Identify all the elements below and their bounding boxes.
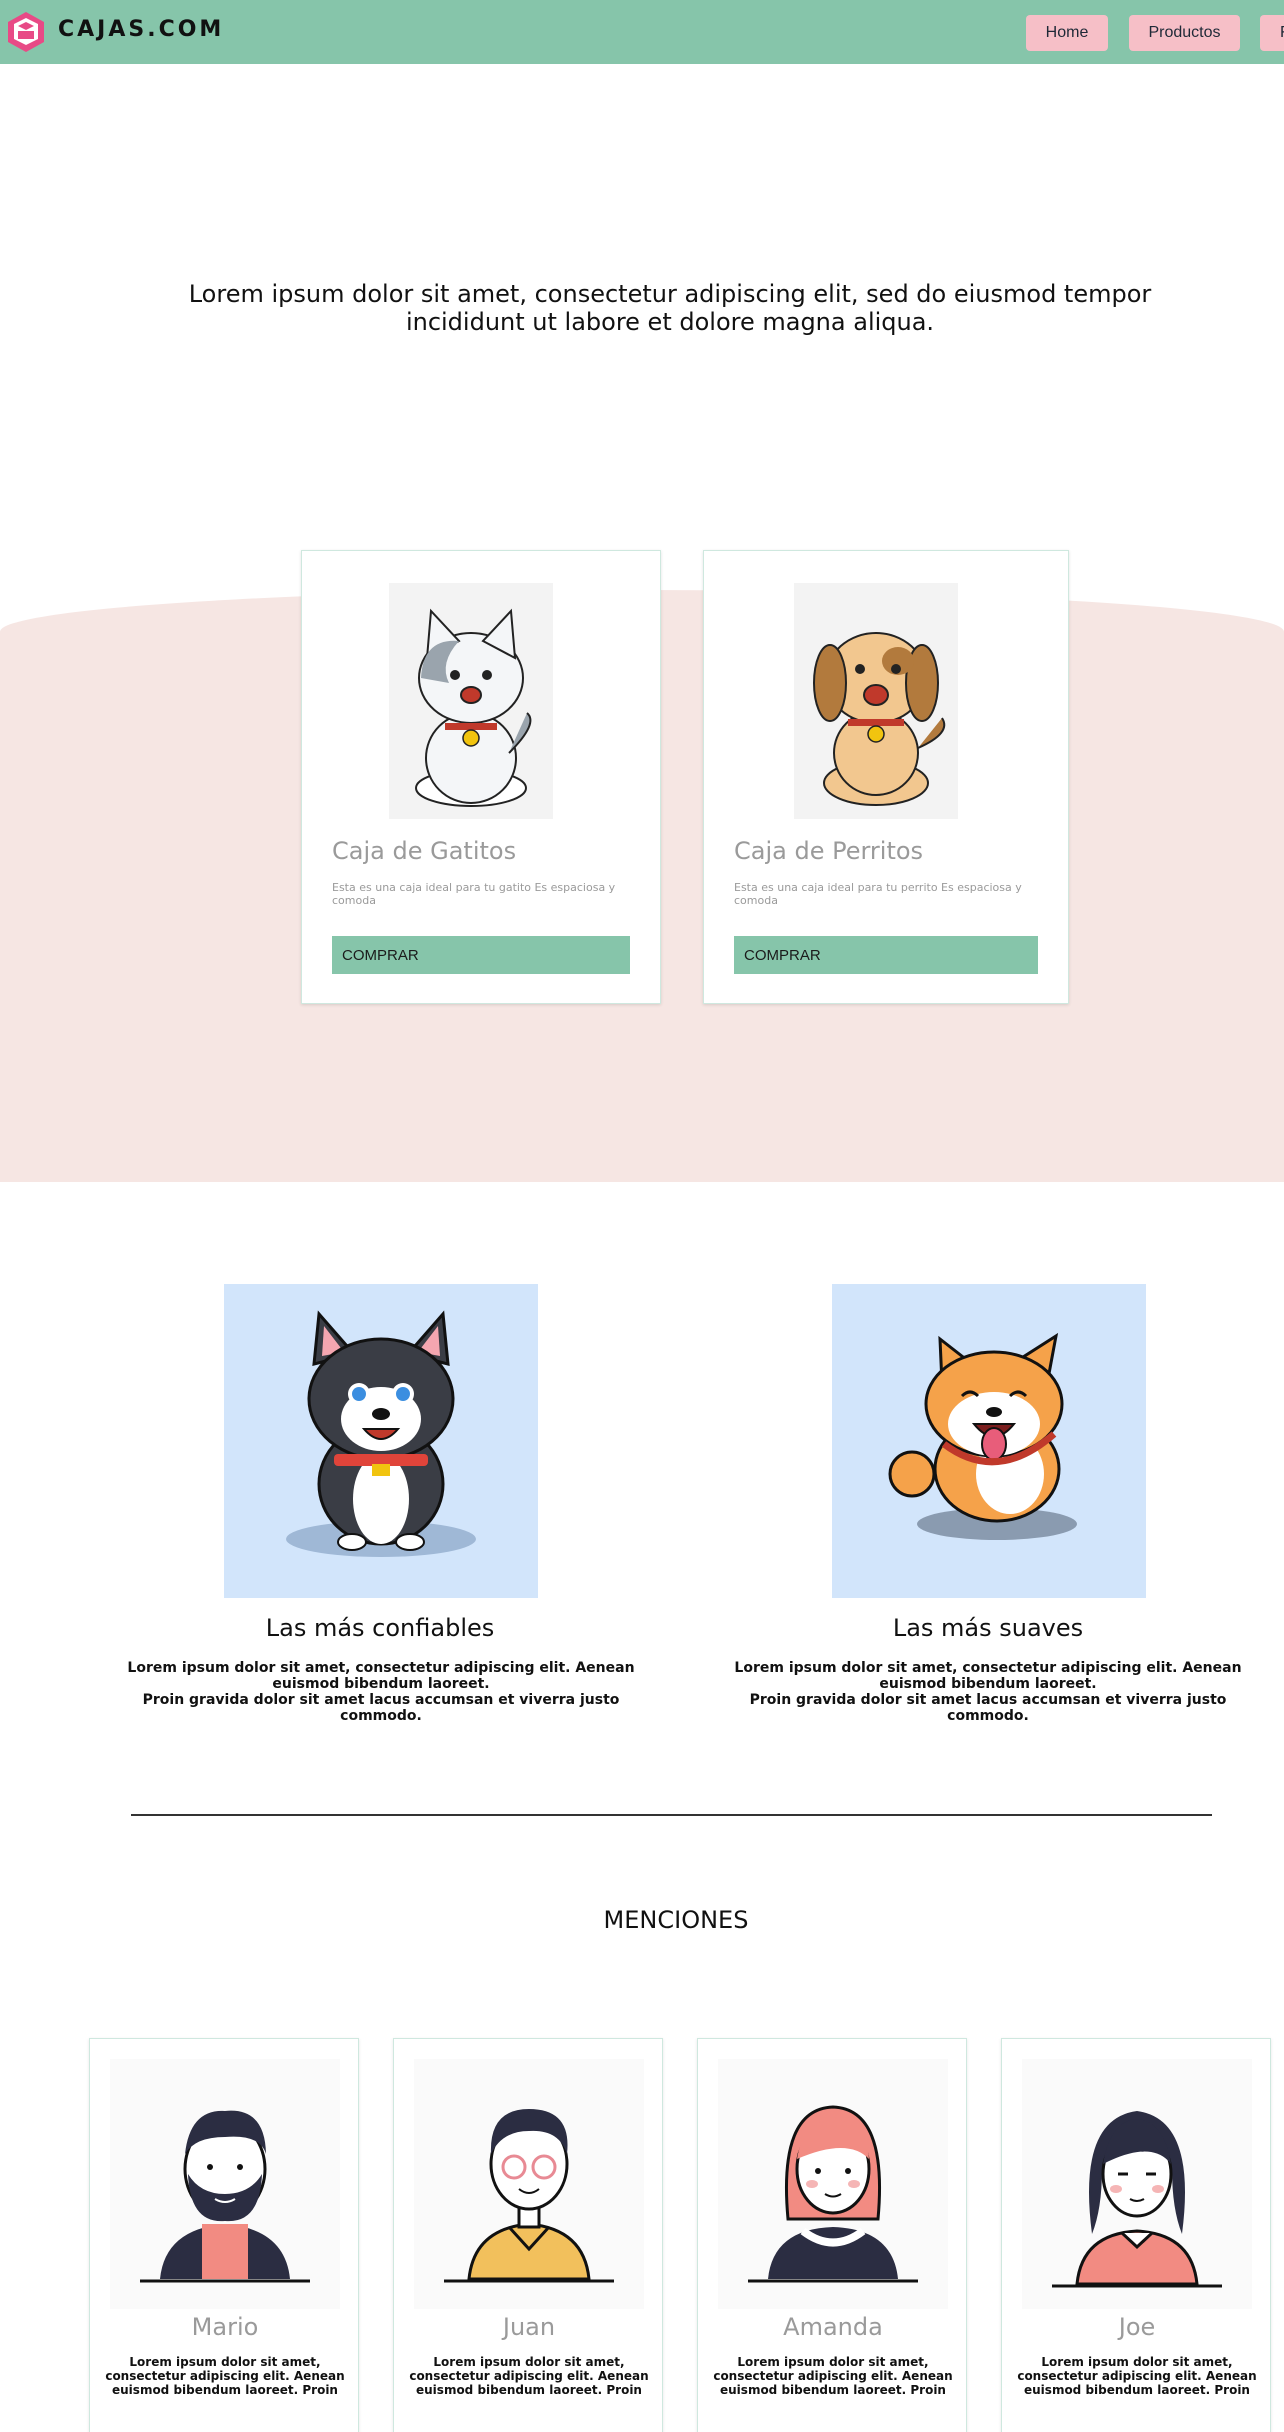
dog-cartoon-icon: [813, 632, 946, 806]
husky-cartoon-icon: [286, 1310, 476, 1557]
person-card-amanda: Amanda Lorem ipsum dolor sit amet, conse…: [697, 2038, 967, 2432]
person-text: Lorem ipsum dolor sit amet, consectetur …: [1017, 2355, 1257, 2397]
man-glasses-avatar-icon: [444, 2109, 614, 2283]
feature-text: Lorem ipsum dolor sit amet, consectetur …: [728, 1660, 1248, 1724]
feature-text-line1: Lorem ipsum dolor sit amet, consectetur …: [127, 1660, 635, 1692]
buy-perritos-button[interactable]: COMPRAR: [734, 936, 1038, 974]
avatar: [110, 2059, 340, 2309]
person-name: Juan: [502, 2313, 556, 2341]
product-card-gatitos: Caja de Gatitos Esta es una caja ideal p…: [301, 550, 661, 1004]
nav-productos-button[interactable]: Productos: [1129, 15, 1240, 51]
top-navbar: CAJAS.COM Home Productos F: [0, 0, 1284, 64]
section-divider: [131, 1814, 1212, 1816]
product-title: Caja de Gatitos: [332, 837, 517, 865]
feature-text-line2: Proin gravida dolor sit amet lacus accum…: [749, 1692, 1227, 1724]
product-description: Esta es una caja ideal para tu perrito E…: [734, 881, 1022, 907]
person-card-juan: Juan Lorem ipsum dolor sit amet, consect…: [393, 2038, 663, 2432]
person-card-joe: Joe Lorem ipsum dolor sit amet, consecte…: [1001, 2038, 1271, 2432]
person-text: Lorem ipsum dolor sit amet, consectetur …: [409, 2355, 649, 2397]
person-name: Amanda: [783, 2313, 883, 2341]
woman-dark-hair-avatar-icon: [1052, 2111, 1222, 2288]
product-description: Esta es una caja ideal para tu gatito Es…: [332, 881, 616, 907]
husky-image: [224, 1284, 538, 1598]
person-text: Lorem ipsum dolor sit amet, consectetur …: [105, 2355, 345, 2397]
hero-text: Lorem ipsum dolor sit amet, consectetur …: [188, 280, 1152, 336]
woman-avatar-icon: [748, 2105, 918, 2283]
nav-home-button[interactable]: Home: [1026, 15, 1108, 51]
shiba-cartoon-icon: [888, 1332, 1077, 1540]
nav-third-button[interactable]: F: [1260, 15, 1284, 51]
avatar: [718, 2059, 948, 2309]
product-title: Caja de Perritos: [734, 837, 924, 865]
box-logo-icon[interactable]: [6, 10, 46, 54]
brand-name[interactable]: CAJAS.COM: [58, 17, 224, 42]
person-text: Lorem ipsum dolor sit amet, consectetur …: [713, 2355, 953, 2397]
mentions-heading: MENCIONES: [603, 1906, 749, 1934]
person-name: Mario: [191, 2313, 259, 2341]
feature-text-line2: Proin gravida dolor sit amet lacus accum…: [142, 1692, 620, 1724]
feature-title: Las más confiables: [265, 1614, 495, 1642]
buy-gatitos-button[interactable]: COMPRAR: [332, 936, 630, 974]
cat-cartoon-icon: [415, 608, 532, 807]
feature-text-line1: Lorem ipsum dolor sit amet, consectetur …: [734, 1660, 1242, 1692]
cat-image: [389, 583, 553, 819]
dog-image: [794, 583, 958, 819]
feature-text: Lorem ipsum dolor sit amet, consectetur …: [121, 1660, 641, 1724]
man-beard-avatar-icon: [140, 2110, 310, 2283]
avatar: [414, 2059, 644, 2309]
avatar: [1022, 2059, 1252, 2309]
person-card-mario: Mario Lorem ipsum dolor sit amet, consec…: [89, 2038, 359, 2432]
shiba-image: [832, 1284, 1146, 1598]
product-card-perritos: Caja de Perritos Esta es una caja ideal …: [703, 550, 1069, 1004]
feature-title: Las más suaves: [892, 1614, 1084, 1642]
person-name: Joe: [1118, 2313, 1156, 2341]
